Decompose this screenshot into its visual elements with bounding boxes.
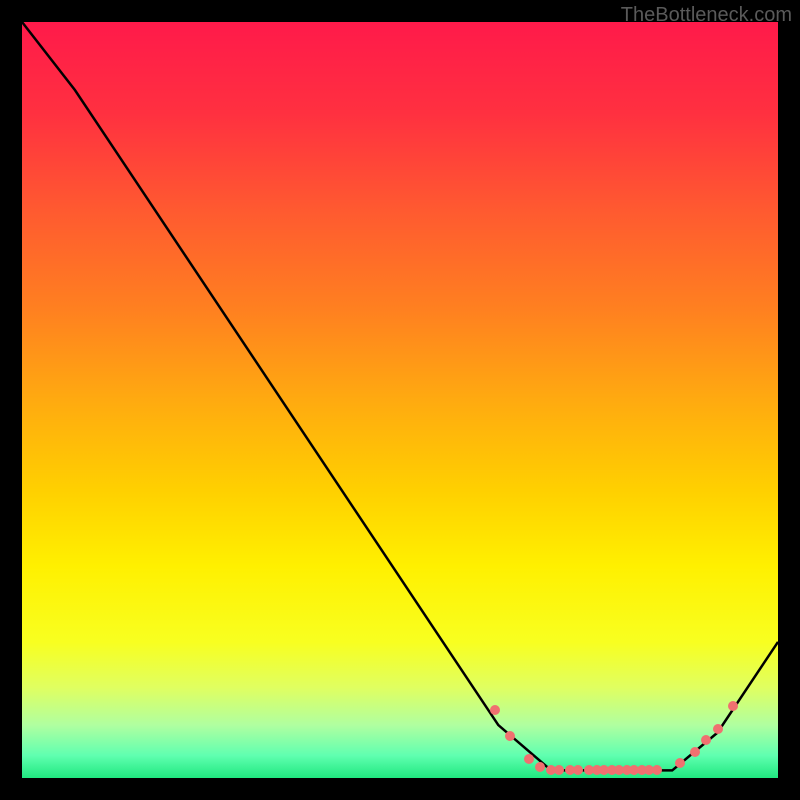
data-point [652,765,662,775]
data-point [728,701,738,711]
scatter-dots [22,22,778,778]
data-point [573,765,583,775]
chart-plot-area [22,22,778,778]
data-point [675,758,685,768]
data-point [505,731,515,741]
data-point [690,747,700,757]
data-point [713,724,723,734]
data-point [701,735,711,745]
data-point [554,765,564,775]
data-point [524,754,534,764]
data-point [490,705,500,715]
watermark-text: TheBottleneck.com [621,4,792,27]
data-point [535,762,545,772]
